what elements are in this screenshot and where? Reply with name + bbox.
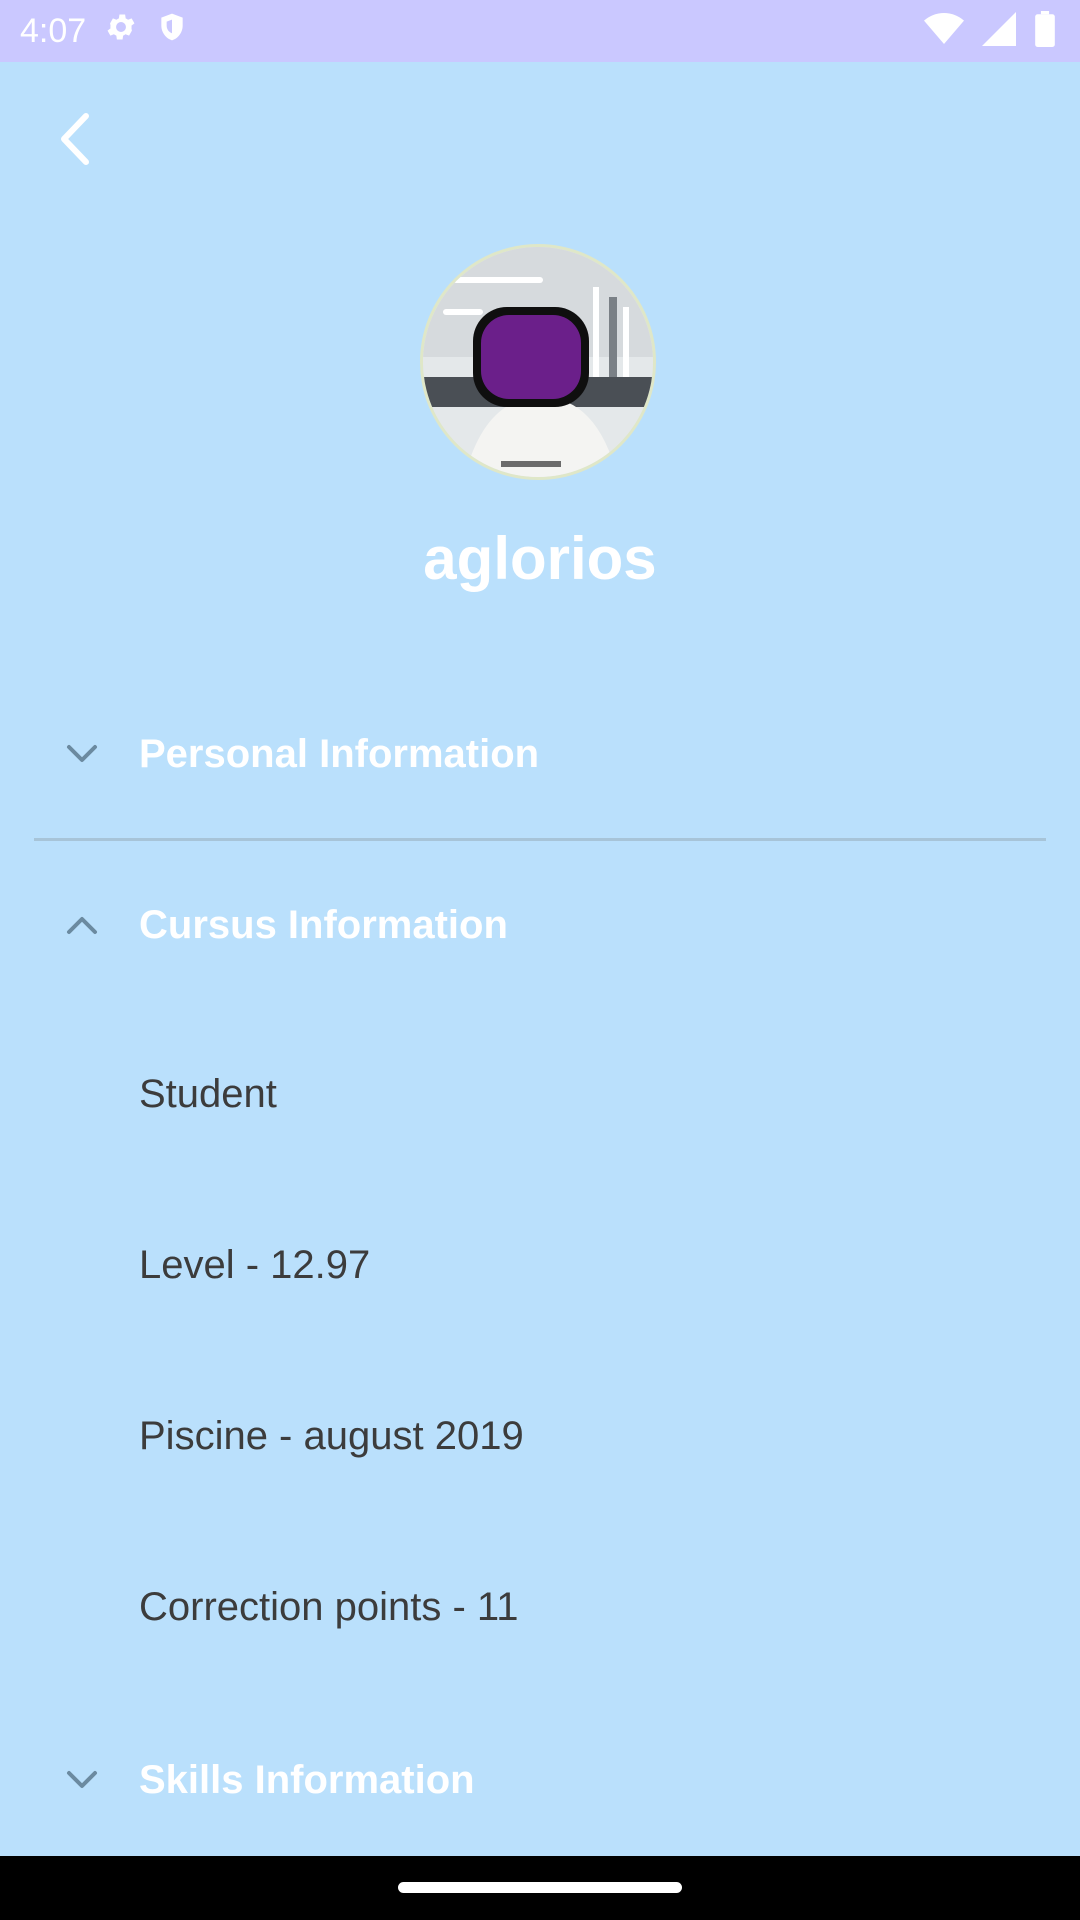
chevron-down-icon xyxy=(62,1760,102,1800)
section-label: Personal Information xyxy=(139,731,540,776)
status-bar: 4:07 xyxy=(0,0,1080,62)
status-right xyxy=(924,10,1056,52)
chevron-left-icon xyxy=(61,113,89,165)
chevron-down-icon xyxy=(62,734,102,774)
signal-icon xyxy=(982,11,1016,51)
list-item-piscine: Piscine - august 2019 xyxy=(139,1414,524,1458)
profile-screen: aglorios Personal Information Cursus Inf… xyxy=(0,62,1080,1856)
chevron-up-icon xyxy=(62,905,102,945)
gear-icon xyxy=(104,10,138,53)
shield-icon xyxy=(156,10,188,53)
list-item-student: Student xyxy=(139,1072,277,1116)
list-item-level: Level - 12.97 xyxy=(139,1243,371,1287)
back-button[interactable] xyxy=(44,104,104,174)
section-divider xyxy=(34,838,1046,841)
section-cursus-information[interactable]: Cursus Information xyxy=(0,875,1080,975)
battery-icon xyxy=(1034,10,1056,52)
section-label: Skills Information xyxy=(139,1757,475,1802)
home-gesture-handle[interactable] xyxy=(398,1882,682,1893)
section-skills-information[interactable]: Skills Information xyxy=(0,1730,1080,1830)
section-personal-information[interactable]: Personal Information xyxy=(0,704,1080,804)
avatar xyxy=(420,244,656,480)
status-time: 4:07 xyxy=(20,11,87,50)
status-left: 4:07 xyxy=(20,10,188,53)
section-label: Cursus Information xyxy=(139,902,508,947)
username: aglorios xyxy=(423,525,657,592)
wifi-icon xyxy=(924,12,964,51)
list-item-correction-points: Correction points - 11 xyxy=(139,1585,519,1629)
